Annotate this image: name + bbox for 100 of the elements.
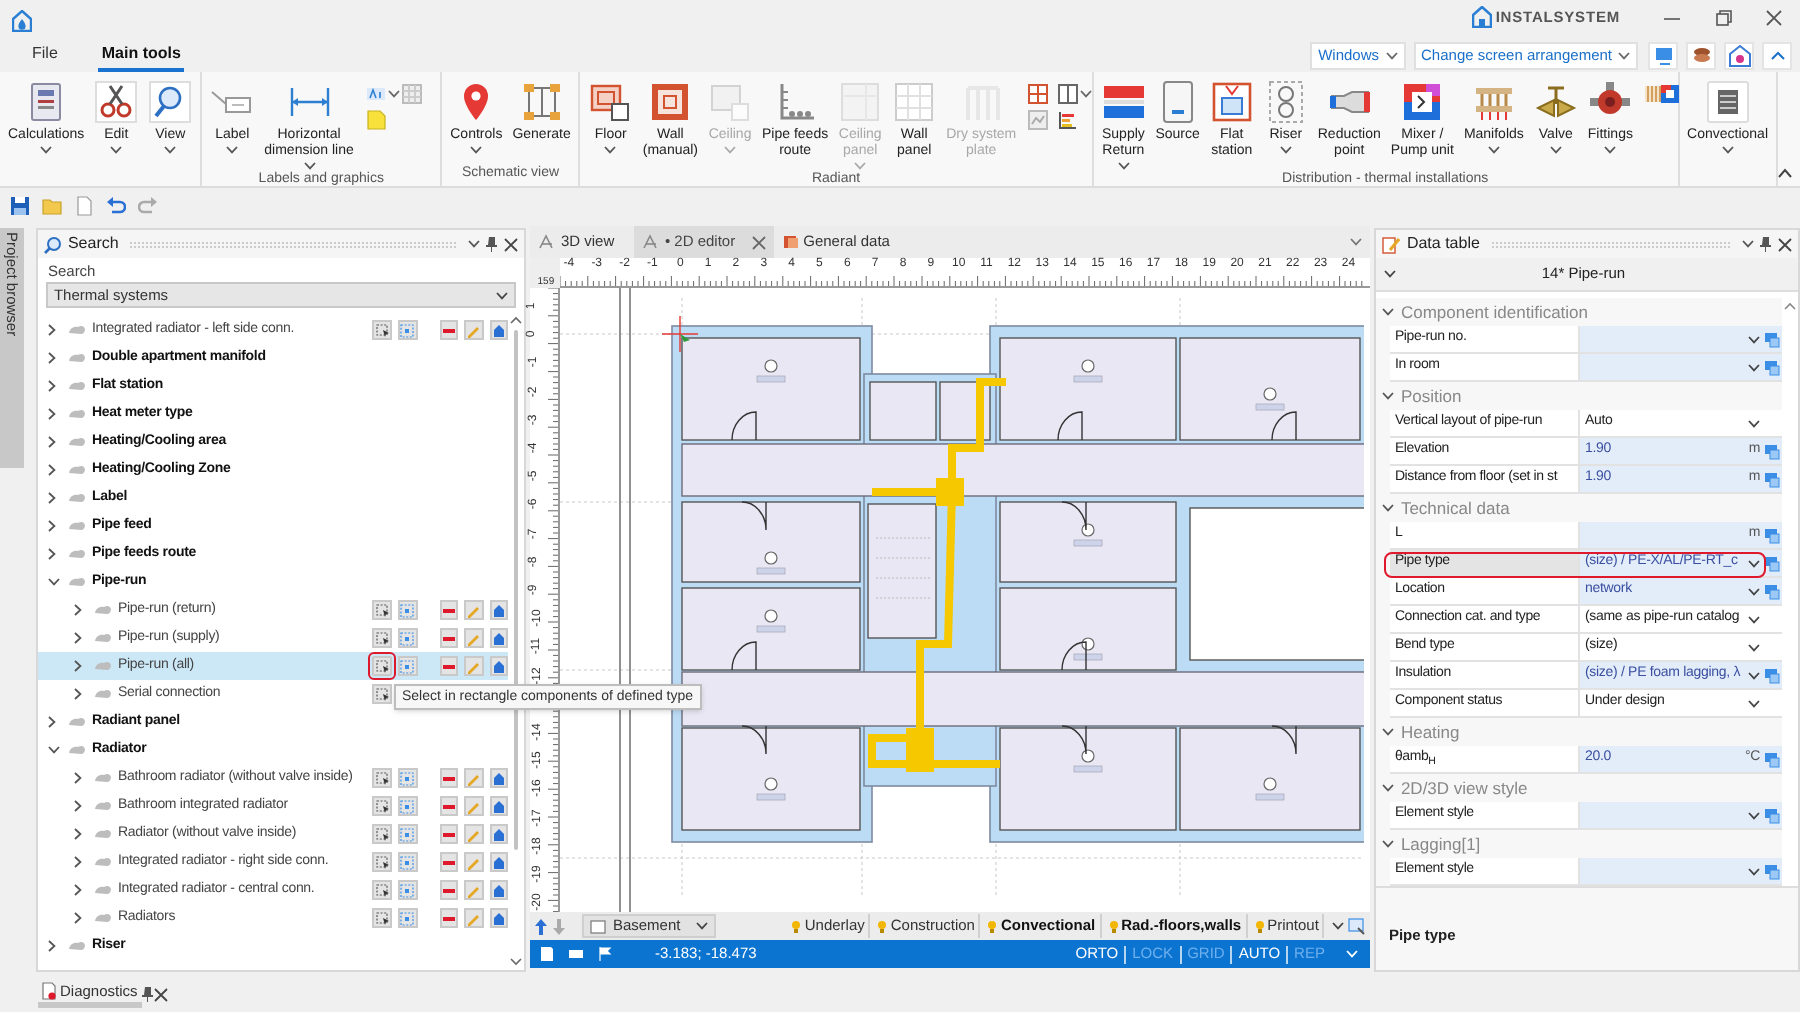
close-icon[interactable] xyxy=(504,237,519,251)
rectangle-select-button[interactable] xyxy=(372,600,393,620)
remove-button[interactable] xyxy=(439,796,459,816)
remove-button[interactable] xyxy=(439,824,459,844)
chevron-down-icon xyxy=(1748,699,1760,707)
select-all-icon xyxy=(400,323,415,337)
keyboard-icon[interactable] xyxy=(568,948,585,960)
rectangle-select-button[interactable] xyxy=(372,628,393,648)
chevron-down-icon xyxy=(1748,335,1760,343)
flag-icon[interactable] xyxy=(598,946,613,962)
monitor-button[interactable] xyxy=(1648,42,1678,70)
plan-icon[interactable] xyxy=(1659,84,1679,104)
chevron-down-icon xyxy=(724,146,737,154)
chevron-down-icon xyxy=(226,146,239,154)
rectangle-select-button[interactable] xyxy=(372,768,393,788)
linked-value-icon[interactable] xyxy=(1764,667,1780,683)
properties-button[interactable] xyxy=(489,320,509,340)
split-icon[interactable] xyxy=(1028,84,1049,104)
rectangle-select-button[interactable] xyxy=(372,796,393,816)
rectangle-select-button[interactable] xyxy=(372,908,393,928)
collapse-ribbon-button[interactable] xyxy=(1762,42,1792,70)
linked-value-icon[interactable] xyxy=(1764,751,1780,767)
scroll-up-icon[interactable] xyxy=(510,316,523,324)
pin-icon[interactable] xyxy=(1760,236,1772,252)
ceiling-icon xyxy=(708,80,753,124)
select-all-button[interactable] xyxy=(398,656,418,676)
droplet-house-button[interactable] xyxy=(1724,42,1754,70)
pump-unit-icon xyxy=(1400,80,1445,124)
linked-value-icon[interactable] xyxy=(1764,863,1780,879)
chevron-right-icon xyxy=(47,520,56,532)
rectangle-select-icon xyxy=(375,883,390,897)
scroll-down-icon[interactable] xyxy=(510,958,523,966)
chevron-down-icon xyxy=(1748,559,1760,567)
rectangle-select-icon xyxy=(375,911,390,925)
layers-icon[interactable] xyxy=(1348,917,1367,935)
rectangle-select-button[interactable] xyxy=(372,824,393,844)
remove-button[interactable] xyxy=(439,600,459,620)
rectangle-select-button[interactable] xyxy=(372,684,393,704)
search-icon xyxy=(43,235,62,253)
remove-button[interactable] xyxy=(439,628,459,648)
scroll-up-icon[interactable] xyxy=(1784,302,1796,310)
chevron-right-icon xyxy=(73,912,82,924)
save-icon[interactable] xyxy=(10,195,30,215)
remove-button[interactable] xyxy=(439,852,459,872)
chevron-down-icon xyxy=(1382,728,1395,736)
wall-heating-icon xyxy=(648,80,693,124)
rectangle-select-icon xyxy=(375,687,390,701)
chevron-down-icon xyxy=(47,746,60,754)
document-icon[interactable] xyxy=(540,946,555,962)
image-icon[interactable] xyxy=(1028,110,1049,130)
remove-button[interactable] xyxy=(439,320,459,340)
rectangle-select-button[interactable] xyxy=(372,656,393,676)
collapse-icon[interactable] xyxy=(1778,168,1792,178)
properties-button[interactable] xyxy=(489,628,509,648)
restore-icon[interactable] xyxy=(1716,9,1732,25)
properties-button[interactable] xyxy=(489,880,509,900)
properties-button[interactable] xyxy=(489,796,509,816)
pin-icon[interactable] xyxy=(486,236,499,252)
select-all-icon xyxy=(400,799,415,813)
text-style-icon[interactable] xyxy=(365,84,386,104)
frame-icon[interactable] xyxy=(1057,84,1078,104)
close-icon[interactable] xyxy=(153,987,168,1001)
arrow-up-icon[interactable] xyxy=(534,917,549,935)
panel-title: Data table xyxy=(1406,232,1480,256)
coil-button[interactable] xyxy=(1686,42,1716,70)
select-all-icon xyxy=(400,771,415,785)
rectangle-select-icon xyxy=(375,659,390,673)
remove-button[interactable] xyxy=(439,768,459,788)
close-icon[interactable] xyxy=(1766,9,1782,25)
properties-button[interactable] xyxy=(489,656,509,676)
undo-icon[interactable] xyxy=(106,195,126,215)
properties-button[interactable] xyxy=(489,824,509,844)
rectangle-select-button[interactable] xyxy=(372,320,393,340)
flat-station-icon xyxy=(1209,80,1254,124)
pipe-run-path[interactable] xyxy=(868,378,1011,772)
chevron-down-icon xyxy=(164,146,177,154)
properties-button[interactable] xyxy=(489,600,509,620)
close-icon[interactable] xyxy=(1778,237,1792,251)
drafting-icon xyxy=(642,234,659,250)
properties-button[interactable] xyxy=(489,768,509,788)
riser-icon xyxy=(1263,80,1308,124)
chevron-right-icon xyxy=(47,492,56,504)
close-tab-icon[interactable] xyxy=(751,235,766,249)
remove-button[interactable] xyxy=(439,880,459,900)
rectangle-select-icon xyxy=(375,323,390,337)
remove-button[interactable] xyxy=(439,908,459,928)
chevron-down-icon xyxy=(1748,867,1760,875)
properties-button[interactable] xyxy=(489,908,509,928)
chevron-right-icon xyxy=(47,436,56,448)
ribbon-tab[interactable]: File xyxy=(28,40,62,72)
chevron-right-icon xyxy=(73,772,82,784)
chevron-down-icon xyxy=(303,162,316,170)
remove-button[interactable] xyxy=(439,656,459,676)
properties-button[interactable] xyxy=(489,852,509,872)
rectangle-select-button[interactable] xyxy=(372,880,393,900)
linked-value-icon[interactable] xyxy=(1764,807,1780,823)
scrollbar-thumb[interactable] xyxy=(514,330,519,850)
pin-icon[interactable] xyxy=(141,986,154,1002)
bars-icon[interactable] xyxy=(1057,110,1078,130)
rectangle-select-button[interactable] xyxy=(372,852,393,872)
